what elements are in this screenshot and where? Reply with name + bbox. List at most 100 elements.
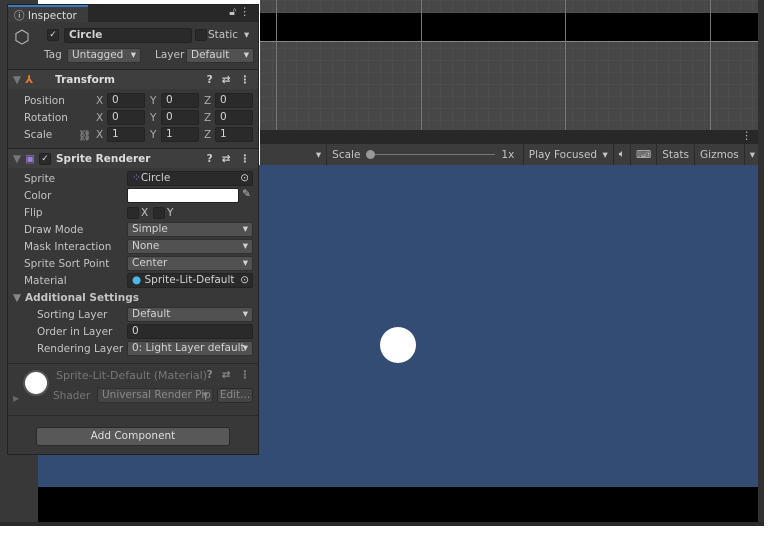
play-mode-dropdown[interactable]: Play Focused ▾ bbox=[522, 144, 613, 165]
transform-y-input[interactable]: 1 bbox=[161, 127, 199, 142]
add-component-button[interactable]: Add Component bbox=[36, 427, 230, 446]
sprite-icon: ⁘ bbox=[132, 172, 141, 184]
stats-button[interactable]: Stats bbox=[656, 144, 694, 165]
mask-interaction-dropdown[interactable]: None bbox=[127, 239, 253, 254]
keyboard-shortcuts-button[interactable]: ⌨ bbox=[630, 144, 656, 165]
sorting-layer-dropdown[interactable]: Default bbox=[127, 307, 253, 322]
foldout-arrow-icon[interactable]: ▼ bbox=[13, 153, 21, 165]
gameobject-cube-icon[interactable]: ⬡ bbox=[14, 27, 30, 48]
object-picker-icon[interactable]: ⊙ bbox=[240, 274, 249, 287]
shader-dropdown[interactable]: Universal Render Pip bbox=[97, 388, 213, 403]
transform-z-input[interactable]: 1 bbox=[215, 127, 253, 142]
active-checkbox[interactable]: ✓ bbox=[47, 29, 59, 41]
additional-settings-foldout[interactable]: Additional Settings bbox=[25, 292, 139, 304]
object-picker-icon[interactable]: ⊙ bbox=[240, 172, 249, 185]
axis-x-label: X bbox=[96, 112, 104, 124]
inspector-panel: ⓘ Inspector 🔓︎ ⋮ ⬡ ✓ Circle Static ▾ Tag… bbox=[7, 4, 259, 455]
axis-z-label: Z bbox=[204, 112, 212, 124]
foldout-arrow-icon[interactable]: ▶ bbox=[13, 394, 19, 403]
shader-label: Shader bbox=[53, 390, 91, 402]
game-view-tabbar: ⋮ bbox=[260, 130, 760, 144]
transform-2-label: Scale bbox=[24, 129, 53, 141]
sprite-sort-point-label: Sprite Sort Point bbox=[24, 258, 110, 270]
help-icon[interactable]: ? bbox=[207, 153, 213, 165]
edit-shader-button[interactable]: Edit... bbox=[217, 388, 253, 403]
component-title: Transform bbox=[55, 73, 115, 86]
display-dropdown[interactable]: ▾ bbox=[260, 144, 326, 165]
sorting-layer-label: Sorting Layer bbox=[37, 309, 108, 321]
tag-dropdown[interactable]: Untagged bbox=[67, 48, 141, 63]
more-options-icon[interactable]: ⋮ bbox=[240, 153, 251, 165]
sprite-renderer-header[interactable]: ▼ ▣ ✓ Sprite Renderer ? ⇄ ⋮ bbox=[8, 148, 258, 168]
transform-y-input[interactable]: 0 bbox=[161, 110, 199, 125]
divider bbox=[8, 415, 258, 416]
game-toolbar: ▾ Scale 1x Play Focused ▾ 🔈︎ ⌨ Stats Gizm… bbox=[260, 144, 760, 165]
inspector-tabbar: ⓘ Inspector 🔓︎ ⋮ bbox=[8, 5, 258, 22]
transform-x-input[interactable]: 0 bbox=[107, 93, 145, 108]
static-dropdown[interactable]: ▾ bbox=[244, 29, 249, 41]
grid-line bbox=[421, 0, 422, 130]
gizmos-button[interactable]: Gizmos bbox=[694, 144, 744, 165]
static-label: Static bbox=[208, 29, 239, 41]
enabled-checkbox[interactable]: ✓ bbox=[39, 152, 51, 165]
transform-y-input[interactable]: 0 bbox=[161, 93, 199, 108]
scene-view[interactable] bbox=[260, 0, 760, 130]
transform-1-label: Rotation bbox=[24, 112, 68, 124]
transform-header[interactable]: ▼ ⅄ Transform ? ⇄ ⋮ bbox=[8, 69, 258, 89]
layer-dropdown[interactable]: Default bbox=[186, 48, 254, 63]
presets-icon[interactable]: ⇄ bbox=[222, 153, 231, 165]
slider-handle[interactable] bbox=[366, 150, 376, 159]
object-name-input[interactable]: Circle bbox=[64, 28, 192, 43]
scene-band bbox=[260, 13, 760, 42]
sprite-label: Sprite bbox=[24, 173, 56, 185]
transform-x-input[interactable]: 1 bbox=[107, 127, 145, 142]
transform-z-input[interactable]: 0 bbox=[215, 93, 253, 108]
material-preview bbox=[23, 370, 49, 396]
info-icon: ⓘ bbox=[14, 10, 25, 22]
mute-audio-button[interactable]: 🔈︎ bbox=[612, 144, 630, 165]
color-label: Color bbox=[24, 190, 52, 202]
color-field[interactable] bbox=[127, 188, 239, 203]
game-letterbox bbox=[38, 487, 758, 523]
eyedropper-icon[interactable]: ✎ bbox=[242, 188, 251, 200]
slider-track bbox=[375, 154, 496, 155]
grid-line bbox=[710, 0, 711, 130]
chevron-down-icon: ▾ bbox=[602, 148, 608, 161]
sprite-sort-point-dropdown[interactable]: Center bbox=[127, 256, 253, 271]
material-label: Material bbox=[24, 275, 67, 287]
transform-icon: ⅄ bbox=[25, 73, 34, 86]
transform-x-input[interactable]: 0 bbox=[107, 110, 145, 125]
foldout-arrow-icon[interactable]: ▼ bbox=[13, 74, 21, 86]
help-icon[interactable]: ? bbox=[207, 369, 213, 381]
grid-line bbox=[565, 0, 566, 130]
tab-label: Inspector bbox=[27, 10, 77, 22]
material-field[interactable]: ● Sprite-Lit-Default ⊙ bbox=[127, 273, 253, 288]
scale-label: Scale bbox=[332, 148, 361, 161]
scale-slider[interactable]: Scale 1x bbox=[326, 144, 523, 165]
tag-label: Tag bbox=[44, 49, 62, 61]
static-checkbox[interactable] bbox=[195, 29, 207, 41]
divider bbox=[8, 363, 258, 364]
draw-mode-dropdown[interactable]: Simple bbox=[127, 222, 253, 237]
sprite-field[interactable]: ⁘Circle ⊙ bbox=[127, 171, 253, 186]
presets-icon[interactable]: ⇄ bbox=[222, 74, 231, 86]
play-mode-label: Play Focused bbox=[528, 148, 598, 161]
flip-y-checkbox[interactable] bbox=[153, 207, 165, 219]
tab-inspector[interactable]: ⓘ Inspector bbox=[8, 5, 88, 22]
order-in-layer-input[interactable]: 0 bbox=[127, 324, 253, 339]
rendering-layer-dropdown[interactable]: 0: Light Layer default bbox=[127, 341, 253, 356]
more-options-icon[interactable]: ⋮ bbox=[240, 74, 251, 86]
presets-icon[interactable]: ⇄ bbox=[222, 369, 231, 381]
help-icon[interactable]: ? bbox=[207, 74, 213, 86]
lock-icon[interactable]: 🔓︎ bbox=[229, 6, 236, 19]
transform-z-input[interactable]: 0 bbox=[215, 110, 253, 125]
more-options-icon[interactable]: ⋮ bbox=[240, 369, 251, 381]
foldout-arrow-icon[interactable]: ▼ bbox=[13, 292, 21, 304]
more-options-icon[interactable]: ⋮ bbox=[742, 130, 753, 142]
flip-x-checkbox[interactable] bbox=[127, 207, 139, 219]
material-icon: ● bbox=[132, 274, 142, 286]
window-edge-bottom bbox=[0, 522, 764, 526]
axis-y-label: Y bbox=[150, 112, 157, 124]
more-options-icon[interactable]: ⋮ bbox=[240, 6, 251, 18]
constrain-proportions-icon[interactable]: ⛓ bbox=[78, 129, 91, 142]
